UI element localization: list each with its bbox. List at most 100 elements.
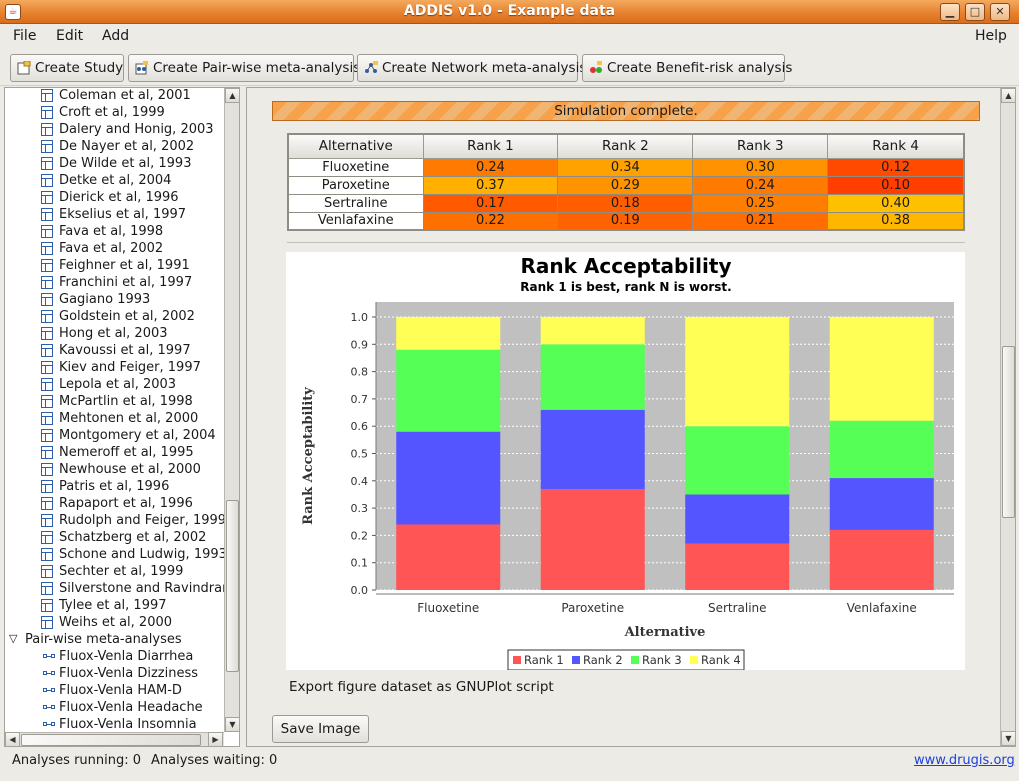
menu-help[interactable]: Help xyxy=(975,28,1007,44)
study-table-icon xyxy=(41,480,53,493)
study-table-icon xyxy=(41,89,53,102)
tree-horizontal-scrollbar[interactable]: ◀ ▶ xyxy=(5,732,224,746)
simulation-progress-bar: Simulation complete. xyxy=(272,101,980,121)
rank-probability-cell: 0.19 xyxy=(557,211,694,231)
content-vertical-scrollbar[interactable]: ▲ ▼ xyxy=(1000,88,1015,746)
study-table-icon xyxy=(41,191,53,204)
study-table-icon xyxy=(41,531,53,544)
rank-probability-cell: 0.24 xyxy=(692,175,829,195)
legend-label: Rank 3 xyxy=(642,653,682,667)
drugis-link[interactable]: www.drugis.org xyxy=(914,753,1015,768)
study-table-icon xyxy=(41,293,53,306)
scroll-up-button[interactable]: ▲ xyxy=(225,88,239,103)
maximize-button[interactable]: □ xyxy=(965,3,985,21)
bar-venlafaxine-rank-3 xyxy=(829,420,934,479)
study-table-icon xyxy=(41,106,53,119)
column-header-rank[interactable]: Rank 1 xyxy=(422,133,559,159)
create-study-label: Create Study xyxy=(35,60,124,76)
tree-item-label: Feighner et al, 1991 xyxy=(59,258,190,273)
legend-swatch xyxy=(513,656,521,664)
create-study-button[interactable]: Create Study xyxy=(10,54,124,82)
rank-probability-cell: 0.37 xyxy=(422,175,559,195)
bar-venlafaxine-rank-1 xyxy=(829,529,934,590)
create-pairwise-label: Create Pair-wise meta-analysis xyxy=(153,60,361,76)
bar-paroxetine-rank-1 xyxy=(540,488,645,590)
x-axis-label: Alternative xyxy=(624,625,706,640)
x-tick-label: Venlafaxine xyxy=(847,601,917,615)
scroll-left-button[interactable]: ◀ xyxy=(5,732,20,746)
content-scroll-down-button[interactable]: ▼ xyxy=(1001,731,1015,746)
analyses-waiting: Analyses waiting: 0 xyxy=(151,753,278,768)
y-tick-label: 0.7 xyxy=(351,393,369,406)
rank-acceptability-panel: Simulation complete. Alternative Rank 1 Ra… xyxy=(246,87,1016,747)
tree-vertical-scrollbar[interactable]: ▲ ▼ xyxy=(224,88,239,732)
scroll-down-button[interactable]: ▼ xyxy=(225,717,239,732)
tree-item-label: Rudolph and Feiger, 1999 xyxy=(59,513,227,528)
bar-venlafaxine-rank-4 xyxy=(829,317,934,421)
column-header-rank[interactable]: Rank 4 xyxy=(827,133,965,159)
tree-item-label: Silverstone and Ravindran xyxy=(59,581,231,596)
tree-item-label: Goldstein et al, 2002 xyxy=(59,309,195,324)
alternative-cell: Venlafaxine xyxy=(287,211,424,231)
legend-swatch xyxy=(631,656,639,664)
tree-item-label: Ekselius et al, 1997 xyxy=(59,207,187,222)
expand-arrow-icon[interactable]: ▽ xyxy=(9,630,17,647)
column-header-rank[interactable]: Rank 2 xyxy=(557,133,694,159)
tree-item-label: Franchini et al, 1997 xyxy=(59,275,193,290)
column-header-alternative[interactable]: Alternative xyxy=(287,133,424,159)
bar-fluoxetine-rank-2 xyxy=(396,431,501,525)
legend-swatch xyxy=(572,656,580,664)
export-gnuplot-link[interactable]: Export figure dataset as GNUPlot script xyxy=(289,679,554,695)
create-network-button[interactable]: Create Network meta-analysis xyxy=(357,54,586,82)
menu-file[interactable]: File xyxy=(13,28,36,44)
tree-item-label: Detke et al, 2004 xyxy=(59,173,172,188)
create-benefit-risk-button[interactable]: Create Benefit-risk analysis xyxy=(582,54,792,82)
table-row: Sertraline 0.17 0.18 0.25 0.40 xyxy=(287,193,965,213)
tree-scroll-thumb[interactable] xyxy=(226,500,239,672)
menu-edit[interactable]: Edit xyxy=(56,28,83,44)
tree-item-label: Lepola et al, 2003 xyxy=(59,377,177,392)
bar-fluoxetine-rank-1 xyxy=(396,524,501,590)
rank-probability-cell: 0.30 xyxy=(692,157,829,177)
rank-probability-cell: 0.22 xyxy=(422,211,559,231)
tree-item-label: Fluox-Venla HAM-D xyxy=(59,683,182,698)
study-table-icon xyxy=(41,259,53,272)
tree-item-label: Montgomery et al, 2004 xyxy=(59,428,216,443)
create-pairwise-button[interactable]: Create Pair-wise meta-analysis xyxy=(128,54,360,82)
y-tick-label: 0.8 xyxy=(351,366,369,379)
tree-item-label: De Nayer et al, 2002 xyxy=(59,139,195,154)
new-study-icon xyxy=(17,61,31,75)
column-header-rank[interactable]: Rank 3 xyxy=(692,133,829,159)
benefit-risk-icon xyxy=(590,61,602,73)
y-tick-label: 0.0 xyxy=(351,584,369,597)
close-button[interactable]: ✕ xyxy=(990,3,1010,21)
tree-item-label: Rapaport et al, 1996 xyxy=(59,496,193,511)
study-table-icon xyxy=(41,548,53,561)
tree-item-label: Schone and Ludwig, 1993 xyxy=(59,547,227,562)
minimize-button[interactable]: ▁ xyxy=(940,3,960,21)
menu-add[interactable]: Add xyxy=(102,28,129,44)
tree-item-label: Sechter et al, 1999 xyxy=(59,564,184,579)
rank-probability-cell: 0.25 xyxy=(692,193,829,213)
tree-item-label: Nemeroff et al, 1995 xyxy=(59,445,194,460)
tree-item-label: Tylee et al, 1997 xyxy=(59,598,167,613)
section-separator xyxy=(287,242,965,243)
content-scroll-up-button[interactable]: ▲ xyxy=(1001,88,1015,103)
chart-subtitle: Rank 1 is best, rank N is worst. xyxy=(520,280,731,294)
tree-item-label: Kavoussi et al, 1997 xyxy=(59,343,191,358)
menu-bar: File Edit Add Help xyxy=(0,24,1019,48)
y-tick-label: 0.3 xyxy=(351,502,369,515)
study-table-icon xyxy=(41,327,53,340)
navigation-tree[interactable]: Coleman et al, 2001 Croft et al, 1999 Dale… xyxy=(4,87,240,747)
chart-svg: Rank Acceptability Rank 1 is best, rank N… xyxy=(301,254,954,671)
content-scroll-thumb[interactable] xyxy=(1002,346,1015,518)
tree-hscroll-thumb[interactable] xyxy=(21,734,201,746)
study-table-icon xyxy=(41,344,53,357)
study-table-icon xyxy=(41,514,53,527)
save-image-button[interactable]: Save Image xyxy=(272,715,369,743)
scroll-right-button[interactable]: ▶ xyxy=(208,732,223,746)
study-table-icon xyxy=(41,429,53,442)
tree-item-label: Dierick et al, 1996 xyxy=(59,190,179,205)
network-icon xyxy=(365,61,378,73)
bar-sertraline-rank-3 xyxy=(685,426,790,495)
